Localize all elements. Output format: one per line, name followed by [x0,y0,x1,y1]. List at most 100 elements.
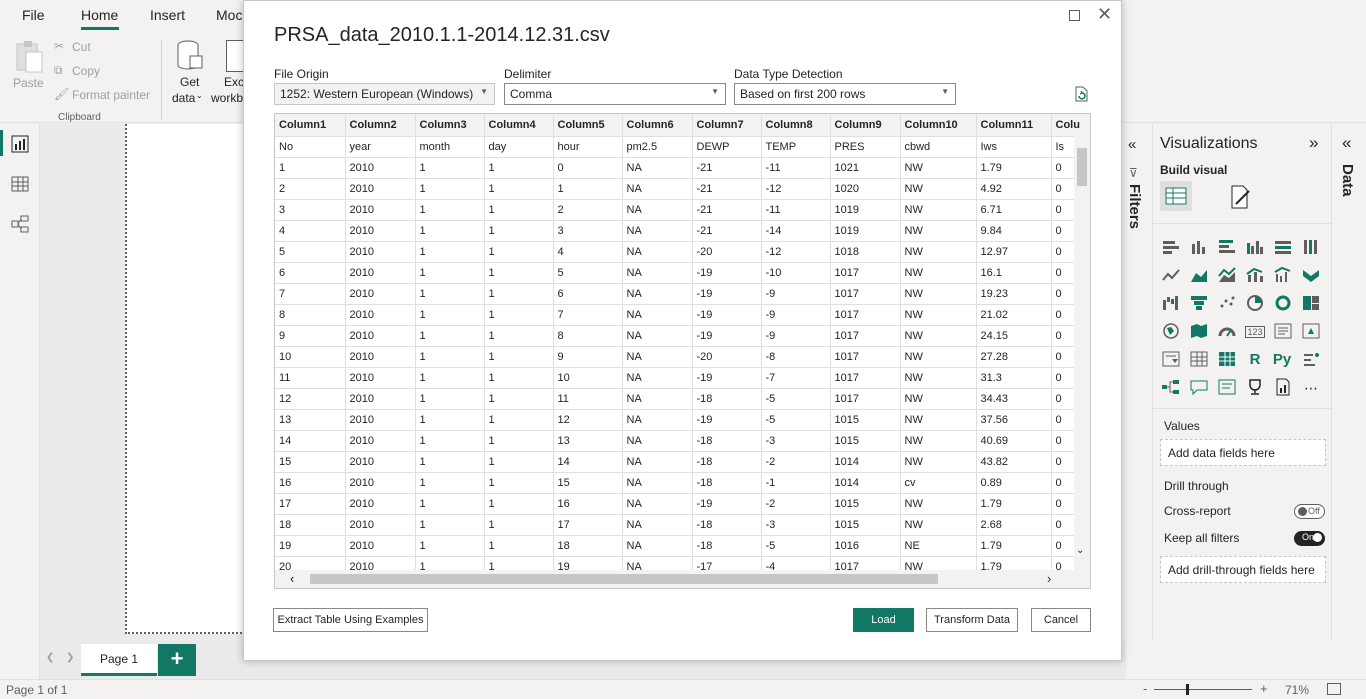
table-visual-icon[interactable] [1188,350,1210,370]
cancel-button[interactable]: Cancel [1031,608,1091,632]
next-page-icon[interactable]: ❯ [66,652,74,663]
add-page-button[interactable]: + [158,644,196,676]
scroll-left-icon[interactable]: ‹ [290,571,294,586]
get-data-button-line2[interactable]: data [172,91,195,105]
drill-through-field-well[interactable]: Add drill-through fields here [1160,556,1326,583]
table-cell: 1 [484,472,554,494]
model-view-icon[interactable] [11,215,29,233]
cross-report-label: Cross-report [1164,504,1231,518]
paginated-report-icon[interactable] [1272,378,1294,398]
zoom-level[interactable]: 71% [1285,683,1309,697]
refresh-icon[interactable] [1072,85,1090,103]
decomposition-tree-icon[interactable] [1160,378,1182,398]
zoom-out-button[interactable]: - [1143,681,1147,696]
stacked-bar-chart-icon[interactable] [1160,238,1182,258]
line-chart-icon[interactable] [1160,266,1182,286]
vertical-scroll-thumb[interactable] [1077,148,1087,186]
maximize-icon[interactable] [1069,10,1080,21]
menu-file[interactable]: File [22,7,45,23]
expand-pane-icon[interactable]: » [1309,133,1318,153]
zoom-slider-track[interactable] [1154,689,1252,690]
collapse-data-icon[interactable]: « [1342,133,1351,153]
cross-report-toggle[interactable]: Off [1294,504,1325,519]
gauge-icon[interactable] [1216,322,1238,342]
scatter-chart-icon[interactable] [1216,294,1238,314]
map-icon[interactable] [1160,322,1182,342]
zoom-in-button[interactable]: + [1260,681,1268,696]
close-icon[interactable]: ✕ [1097,4,1112,25]
prev-page-icon[interactable]: ❮ [46,652,54,663]
key-influencers-icon[interactable] [1300,350,1322,370]
treemap-icon[interactable] [1300,294,1322,314]
fit-to-page-icon[interactable] [1327,683,1341,695]
scroll-right-icon[interactable]: › [1047,571,1051,586]
horizontal-scrollbar[interactable]: ‹ › [275,570,1090,588]
matrix-icon[interactable] [1216,350,1238,370]
donut-chart-icon[interactable] [1272,294,1294,314]
table-cell: 27.28 [976,346,1052,368]
line-and-clustered-column-chart-icon[interactable] [1272,266,1294,286]
stacked-column-chart-icon[interactable] [1188,238,1210,258]
100-stacked-column-chart-icon[interactable] [1300,238,1322,258]
collapse-filters-icon[interactable]: « [1128,136,1136,153]
stacked-area-chart-icon[interactable] [1216,266,1238,286]
build-visual-tab[interactable] [1160,181,1192,211]
table-cell: 18 [553,535,623,557]
100-stacked-bar-chart-icon[interactable] [1272,238,1294,258]
vertical-scrollbar[interactable]: ⌄ [1074,136,1090,570]
page-tab-1[interactable]: Page 1 [81,644,157,676]
clustered-bar-chart-icon[interactable] [1216,238,1238,258]
values-field-well[interactable]: Add data fields here [1160,439,1326,466]
more-visuals-icon[interactable]: ⋯ [1300,378,1322,398]
goals-trophy-icon[interactable] [1244,378,1266,398]
line-and-column-chart-icon[interactable] [1244,266,1266,286]
card-icon[interactable]: 123 [1244,322,1266,342]
delimiter-select[interactable]: Comma ▼ [504,83,726,105]
data-pane[interactable]: « Data [1332,124,1366,640]
menu-insert[interactable]: Insert [150,7,185,23]
python-visual-icon[interactable]: Py [1268,350,1296,370]
multi-row-card-icon[interactable] [1272,322,1294,342]
page-info: Page 1 of 1 [6,683,68,697]
scroll-down-icon[interactable]: ⌄ [1076,545,1084,556]
table-cell: -5 [761,535,831,557]
filled-map-icon[interactable] [1188,322,1210,342]
load-button[interactable]: Load [853,608,914,632]
format-visual-icon[interactable] [1227,184,1253,210]
smart-narrative-icon[interactable] [1216,378,1238,398]
pie-chart-icon[interactable] [1244,294,1266,314]
copy-button[interactable]: Copy [72,64,100,78]
format-painter-button[interactable]: Format painter [72,88,150,102]
extract-table-button[interactable]: Extract Table Using Examples [273,608,428,632]
area-chart-icon[interactable] [1188,266,1210,286]
get-data-button[interactable]: Get [180,75,199,89]
excel-workbook-button-line2[interactable]: workb [211,91,243,105]
slicer-icon[interactable] [1160,350,1182,370]
filters-pane[interactable]: « ⊽ Filters [1120,124,1152,640]
data-type-detection-select[interactable]: Based on first 200 rows ▼ [734,83,956,105]
table-cell: 8 [553,325,623,347]
table-cell: 15 [553,472,623,494]
transform-data-button[interactable]: Transform Data [926,608,1018,632]
ribbon-chart-icon[interactable] [1300,266,1322,286]
paste-button[interactable]: Paste [13,76,44,90]
table-view-icon[interactable] [11,175,29,193]
qa-visual-icon[interactable] [1188,378,1210,398]
kpi-icon[interactable] [1300,322,1322,342]
horizontal-scroll-thumb[interactable] [310,574,938,584]
waterfall-chart-icon[interactable] [1160,294,1182,314]
file-origin-select[interactable]: 1252: Western European (Windows) ▼ [274,83,495,105]
report-view-icon[interactable] [11,135,29,153]
excel-workbook-button[interactable]: Exc [224,75,244,89]
table-cell: 16 [275,472,346,494]
clustered-column-chart-icon[interactable] [1244,238,1266,258]
table-cell: 6 [275,262,346,284]
menu-home[interactable]: Home [81,7,118,23]
cut-button[interactable]: Cut [72,40,91,54]
funnel-chart-icon[interactable] [1188,294,1210,314]
zoom-slider-thumb[interactable] [1186,684,1189,695]
table-cell: 1 [484,346,554,368]
menu-modeling[interactable]: Moc [216,7,242,23]
r-visual-icon[interactable]: R [1244,350,1266,370]
keep-all-filters-toggle[interactable]: On [1294,531,1325,546]
